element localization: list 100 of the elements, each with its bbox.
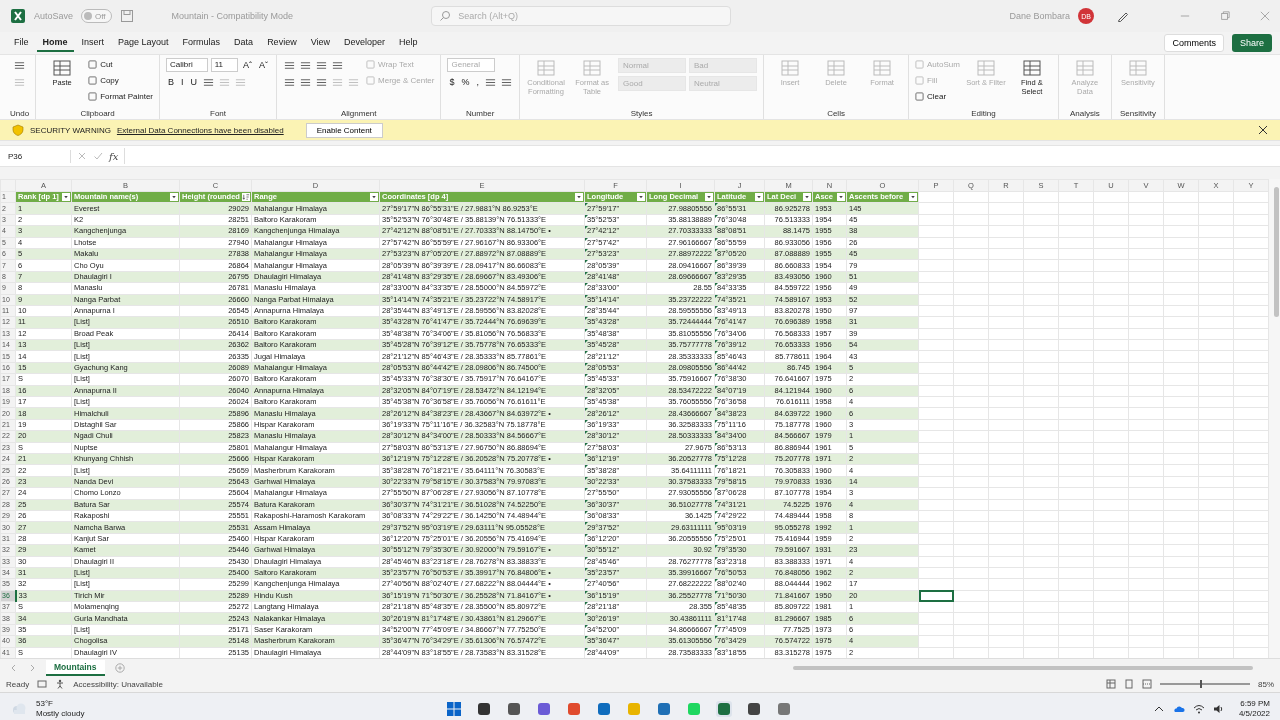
app-icon[interactable] bbox=[505, 700, 522, 717]
sheet-tab[interactable]: Mountains bbox=[46, 659, 105, 676]
error-triangle-icon[interactable] bbox=[715, 443, 718, 446]
symbol-button[interactable]: U bbox=[188, 75, 200, 89]
filter-dropdown-icon[interactable] bbox=[637, 193, 645, 201]
wifi-icon[interactable] bbox=[1192, 702, 1205, 715]
error-triangle-icon[interactable] bbox=[715, 215, 718, 218]
error-triangle-icon[interactable] bbox=[585, 203, 588, 207]
error-triangle-icon[interactable] bbox=[585, 272, 588, 275]
symbol-button[interactable]: Aˇ bbox=[257, 58, 270, 72]
app-icon[interactable] bbox=[745, 700, 762, 717]
error-triangle-icon[interactable] bbox=[585, 215, 588, 218]
error-triangle-icon[interactable] bbox=[585, 352, 588, 355]
error-triangle-icon[interactable] bbox=[715, 329, 718, 332]
symbol-button[interactable]: , bbox=[474, 75, 482, 89]
error-triangle-icon[interactable] bbox=[585, 500, 588, 503]
error-triangle-icon[interactable] bbox=[585, 363, 588, 366]
error-triangle-icon[interactable] bbox=[585, 295, 588, 298]
error-triangle-icon[interactable] bbox=[715, 295, 718, 298]
ribbon-button[interactable]: Cut bbox=[88, 58, 113, 71]
error-triangle-icon[interactable] bbox=[715, 602, 718, 606]
error-triangle-icon[interactable] bbox=[585, 534, 588, 537]
error-triangle-icon[interactable] bbox=[715, 545, 718, 549]
error-triangle-icon[interactable] bbox=[715, 340, 718, 344]
page-break-icon[interactable] bbox=[1142, 679, 1152, 689]
error-triangle-icon[interactable] bbox=[715, 203, 718, 207]
error-triangle-icon[interactable] bbox=[585, 306, 588, 309]
error-triangle-icon[interactable] bbox=[715, 557, 718, 560]
ribbon-tab[interactable]: Formulas bbox=[176, 34, 227, 52]
warning-link[interactable]: External Data Connections have been disabled bbox=[116, 125, 284, 135]
error-triangle-icon[interactable] bbox=[585, 408, 588, 412]
error-triangle-icon[interactable] bbox=[585, 579, 588, 583]
error-triangle-icon[interactable] bbox=[585, 249, 588, 252]
error-triangle-icon[interactable] bbox=[585, 511, 588, 514]
ribbon-button[interactable]: Clear bbox=[915, 90, 947, 103]
enable-content-button[interactable]: Enable Content bbox=[305, 122, 383, 138]
ribbon-button[interactable]: Format Painter bbox=[88, 90, 154, 103]
ribbon-tab[interactable]: Developer bbox=[338, 34, 392, 52]
error-triangle-icon[interactable] bbox=[715, 352, 718, 355]
search-field[interactable]: Search (Alt+Q) bbox=[431, 6, 732, 26]
error-triangle-icon[interactable] bbox=[585, 625, 588, 628]
error-triangle-icon[interactable] bbox=[715, 534, 718, 537]
dropdown-field[interactable]: Calibri bbox=[166, 58, 208, 72]
error-triangle-icon[interactable] bbox=[715, 614, 718, 617]
filter-dropdown-icon[interactable] bbox=[755, 193, 763, 201]
error-triangle-icon[interactable] bbox=[715, 272, 718, 275]
error-triangle-icon[interactable] bbox=[585, 454, 588, 457]
error-triangle-icon[interactable] bbox=[715, 420, 718, 423]
filter-dropdown-icon[interactable] bbox=[170, 193, 178, 201]
filter-dropdown-icon[interactable] bbox=[62, 193, 70, 201]
clock-time[interactable]: 6:59 PM bbox=[1240, 698, 1270, 709]
symbol-button[interactable]: $ bbox=[447, 75, 457, 89]
accessibility-status[interactable]: Accessibility: Unavailable bbox=[73, 679, 163, 689]
normal-view-icon[interactable] bbox=[1106, 679, 1116, 689]
symbol-button[interactable]: B bbox=[166, 75, 177, 89]
ribbon-tab[interactable]: Data bbox=[228, 34, 260, 52]
error-triangle-icon[interactable] bbox=[715, 625, 718, 628]
ribbon-tab[interactable]: File bbox=[8, 34, 35, 52]
error-triangle-icon[interactable] bbox=[715, 408, 718, 412]
error-triangle-icon[interactable] bbox=[585, 648, 588, 651]
error-triangle-icon[interactable] bbox=[715, 317, 718, 321]
error-triangle-icon[interactable] bbox=[585, 431, 588, 435]
error-triangle-icon[interactable] bbox=[715, 454, 718, 457]
error-triangle-icon[interactable] bbox=[715, 249, 718, 252]
error-triangle-icon[interactable] bbox=[585, 386, 588, 389]
error-triangle-icon[interactable] bbox=[715, 477, 718, 480]
clock-date[interactable]: 4/5/2022 bbox=[1238, 708, 1270, 719]
error-triangle-icon[interactable] bbox=[585, 397, 588, 401]
check-icon[interactable] bbox=[93, 151, 103, 161]
error-triangle-icon[interactable] bbox=[585, 557, 588, 560]
error-triangle-icon[interactable] bbox=[585, 477, 588, 480]
error-triangle-icon[interactable] bbox=[715, 488, 718, 492]
error-triangle-icon[interactable] bbox=[585, 614, 588, 617]
ribbon-button[interactable]: Copy bbox=[88, 74, 119, 87]
error-triangle-icon[interactable] bbox=[715, 579, 718, 583]
ribbon-tab[interactable]: Insert bbox=[75, 34, 111, 52]
app-icon[interactable] bbox=[595, 700, 612, 717]
page-layout-icon[interactable] bbox=[1124, 679, 1134, 689]
error-triangle-icon[interactable] bbox=[715, 363, 718, 366]
error-triangle-icon[interactable] bbox=[715, 386, 718, 389]
error-triangle-icon[interactable] bbox=[715, 591, 718, 594]
error-triangle-icon[interactable] bbox=[585, 465, 588, 469]
error-triangle-icon[interactable] bbox=[585, 488, 588, 492]
share-button[interactable]: Share bbox=[1231, 34, 1272, 52]
error-triangle-icon[interactable] bbox=[715, 238, 718, 241]
error-triangle-icon[interactable] bbox=[585, 591, 588, 594]
error-triangle-icon[interactable] bbox=[585, 545, 588, 549]
error-triangle-icon[interactable] bbox=[715, 568, 718, 571]
windows-logo-icon[interactable] bbox=[445, 700, 462, 717]
zoom-slider-thumb[interactable] bbox=[1200, 680, 1203, 688]
function-label[interactable]: fx bbox=[109, 150, 119, 162]
error-triangle-icon[interactable] bbox=[585, 260, 588, 264]
zoom-level[interactable]: 85% bbox=[1258, 679, 1274, 689]
filter-dropdown-icon[interactable] bbox=[575, 193, 583, 201]
error-triangle-icon[interactable] bbox=[715, 522, 718, 526]
symbol-button[interactable]: Aˆ bbox=[241, 58, 254, 72]
error-triangle-icon[interactable] bbox=[715, 431, 718, 435]
error-triangle-icon[interactable] bbox=[585, 420, 588, 423]
symbol-button[interactable]: % bbox=[459, 75, 472, 89]
comments-button[interactable]: Comments bbox=[1164, 34, 1224, 52]
